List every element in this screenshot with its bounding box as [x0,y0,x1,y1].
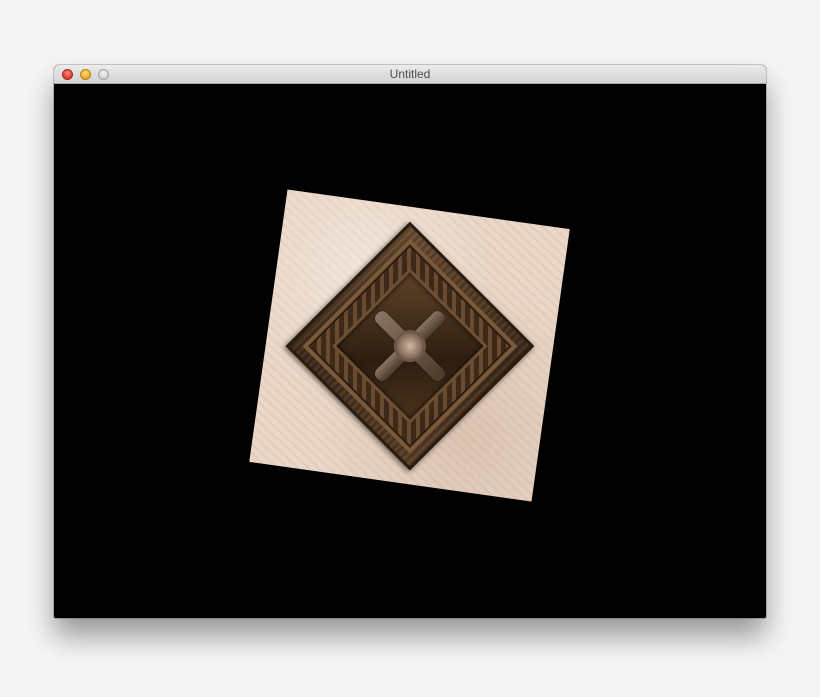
textured-quad [249,189,570,502]
render-canvas[interactable] [54,84,766,618]
wooden-frame-image [285,221,534,470]
window-title: Untitled [389,67,431,81]
title-bar[interactable]: Untitled [54,65,766,84]
desktop-background: Untitled [0,0,820,697]
app-window: Untitled [54,65,766,618]
